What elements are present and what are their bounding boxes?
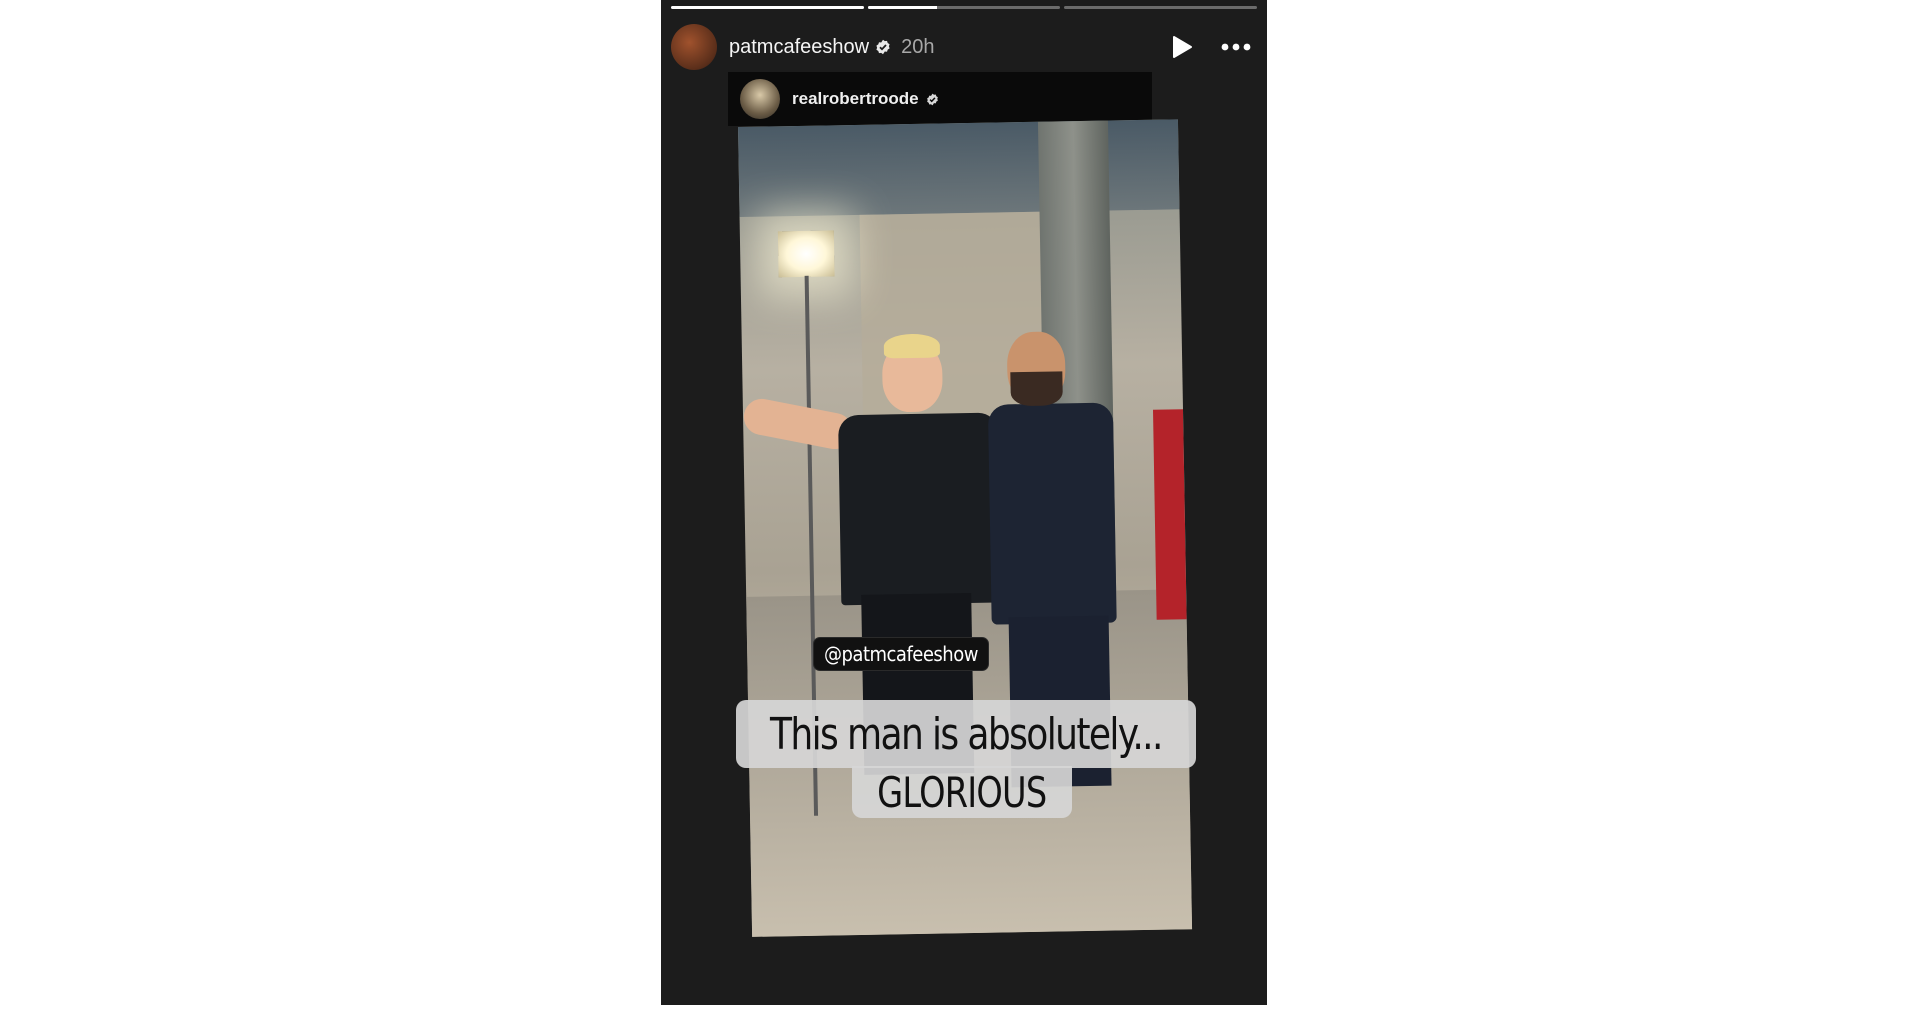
story-timestamp: 20h	[901, 35, 935, 58]
story-viewer: patmcafeeshow 20h realrobertroode @patmc…	[661, 0, 1267, 1005]
progress-segment	[867, 6, 1061, 9]
reshare-username[interactable]: realrobertroode	[792, 89, 919, 109]
caption-box-2: GLORIOUS	[852, 766, 1072, 818]
play-icon[interactable]	[1167, 32, 1197, 62]
photo-person2-beard	[1010, 371, 1063, 407]
verified-badge-icon	[926, 93, 939, 106]
verified-badge-icon	[875, 39, 891, 55]
mention-text: @patmcafeeshow	[824, 642, 978, 666]
caption-line-1: This man is absolutely...	[770, 708, 1163, 760]
story-username[interactable]: patmcafeeshow	[729, 36, 869, 59]
reshare-avatar[interactable]	[740, 79, 780, 119]
story-header: patmcafeeshow 20h	[671, 24, 1253, 70]
caption-box: This man is absolutely...	[736, 700, 1196, 768]
mention-sticker[interactable]: @patmcafeeshow	[813, 637, 989, 671]
progress-fill	[671, 6, 864, 9]
photo-person1-shirt	[838, 412, 1002, 606]
progress-fill	[867, 6, 938, 9]
story-progress-bar	[671, 6, 1258, 9]
more-options-icon[interactable]	[1219, 32, 1253, 62]
photo-person1-hair	[883, 333, 941, 359]
photo-person2-suit	[987, 402, 1117, 625]
photo-studio-light	[777, 230, 835, 278]
photo-lockers	[1152, 409, 1187, 620]
avatar[interactable]	[671, 24, 717, 70]
progress-segment	[1064, 6, 1258, 9]
progress-segment	[671, 6, 864, 9]
photo-ceiling	[738, 119, 1180, 217]
reshared-post-header[interactable]: realrobertroode	[728, 72, 1152, 126]
caption-line-2: GLORIOUS	[877, 767, 1047, 817]
